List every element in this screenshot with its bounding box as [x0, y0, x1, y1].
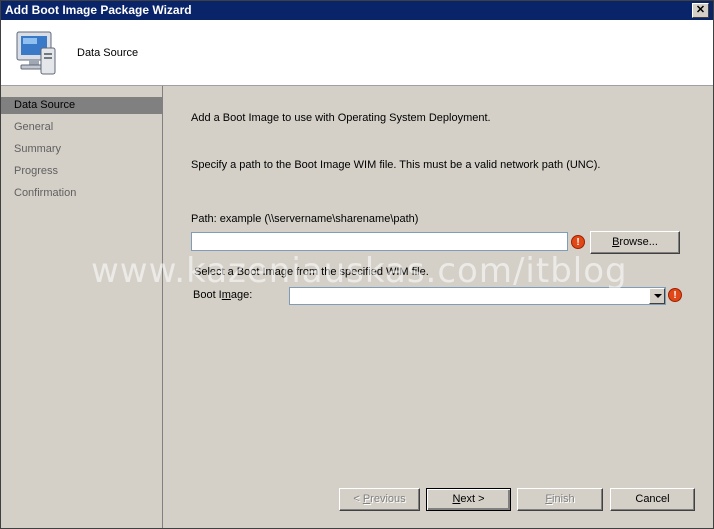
browse-label: rowse...: [619, 236, 658, 248]
path-input[interactable]: [191, 232, 568, 251]
window-title: Add Boot Image Package Wizard: [5, 3, 192, 17]
path-label: Path: example (\\servername\sharename\pa…: [191, 213, 419, 225]
nav-item-data-source[interactable]: Data Source: [1, 97, 162, 114]
nav-item-progress[interactable]: Progress: [1, 163, 162, 180]
nav-item-summary[interactable]: Summary: [1, 141, 162, 158]
boot-image-label: Boot Image:: [193, 289, 252, 301]
chevron-down-icon[interactable]: [649, 288, 665, 304]
boot-image-error-icon: !: [668, 288, 682, 302]
next-label: ext >: [460, 493, 485, 505]
intro-text: Add a Boot Image to use with Operating S…: [191, 112, 491, 124]
previous-label: revious: [370, 493, 406, 505]
boot-label-pre: Boot I: [193, 289, 222, 301]
nav-item-confirmation[interactable]: Confirmation: [1, 185, 162, 202]
title-bar[interactable]: Add Boot Image Package Wizard ✕: [1, 1, 713, 20]
next-button[interactable]: Next >: [426, 488, 511, 511]
cancel-button[interactable]: Cancel: [610, 488, 695, 511]
close-button[interactable]: ✕: [692, 3, 709, 18]
finish-label: inish: [552, 493, 575, 505]
specify-text: Specify a path to the Boot Image WIM fil…: [191, 159, 601, 171]
header-title: Data Source: [77, 47, 139, 59]
boot-label-post: age:: [230, 289, 253, 301]
previous-button[interactable]: < Previous: [339, 488, 420, 511]
boot-image-select[interactable]: [289, 287, 666, 305]
previous-pre: <: [353, 493, 363, 505]
computer-icon: [16, 31, 56, 75]
finish-button[interactable]: Finish: [517, 488, 603, 511]
path-error-icon: !: [571, 235, 585, 249]
browse-button[interactable]: Browse...: [590, 231, 680, 254]
wizard-window: Add Boot Image Package Wizard ✕ Data Sou…: [0, 0, 714, 529]
close-icon: ✕: [695, 4, 706, 16]
boot-label-accel: m: [221, 289, 231, 301]
wizard-header: Data Source: [1, 20, 713, 86]
wizard-nav: Data Source General Summary Progress Con…: [1, 86, 163, 528]
nav-item-general[interactable]: General: [1, 119, 162, 136]
select-text: Select a Boot Image from the specified W…: [194, 266, 429, 278]
